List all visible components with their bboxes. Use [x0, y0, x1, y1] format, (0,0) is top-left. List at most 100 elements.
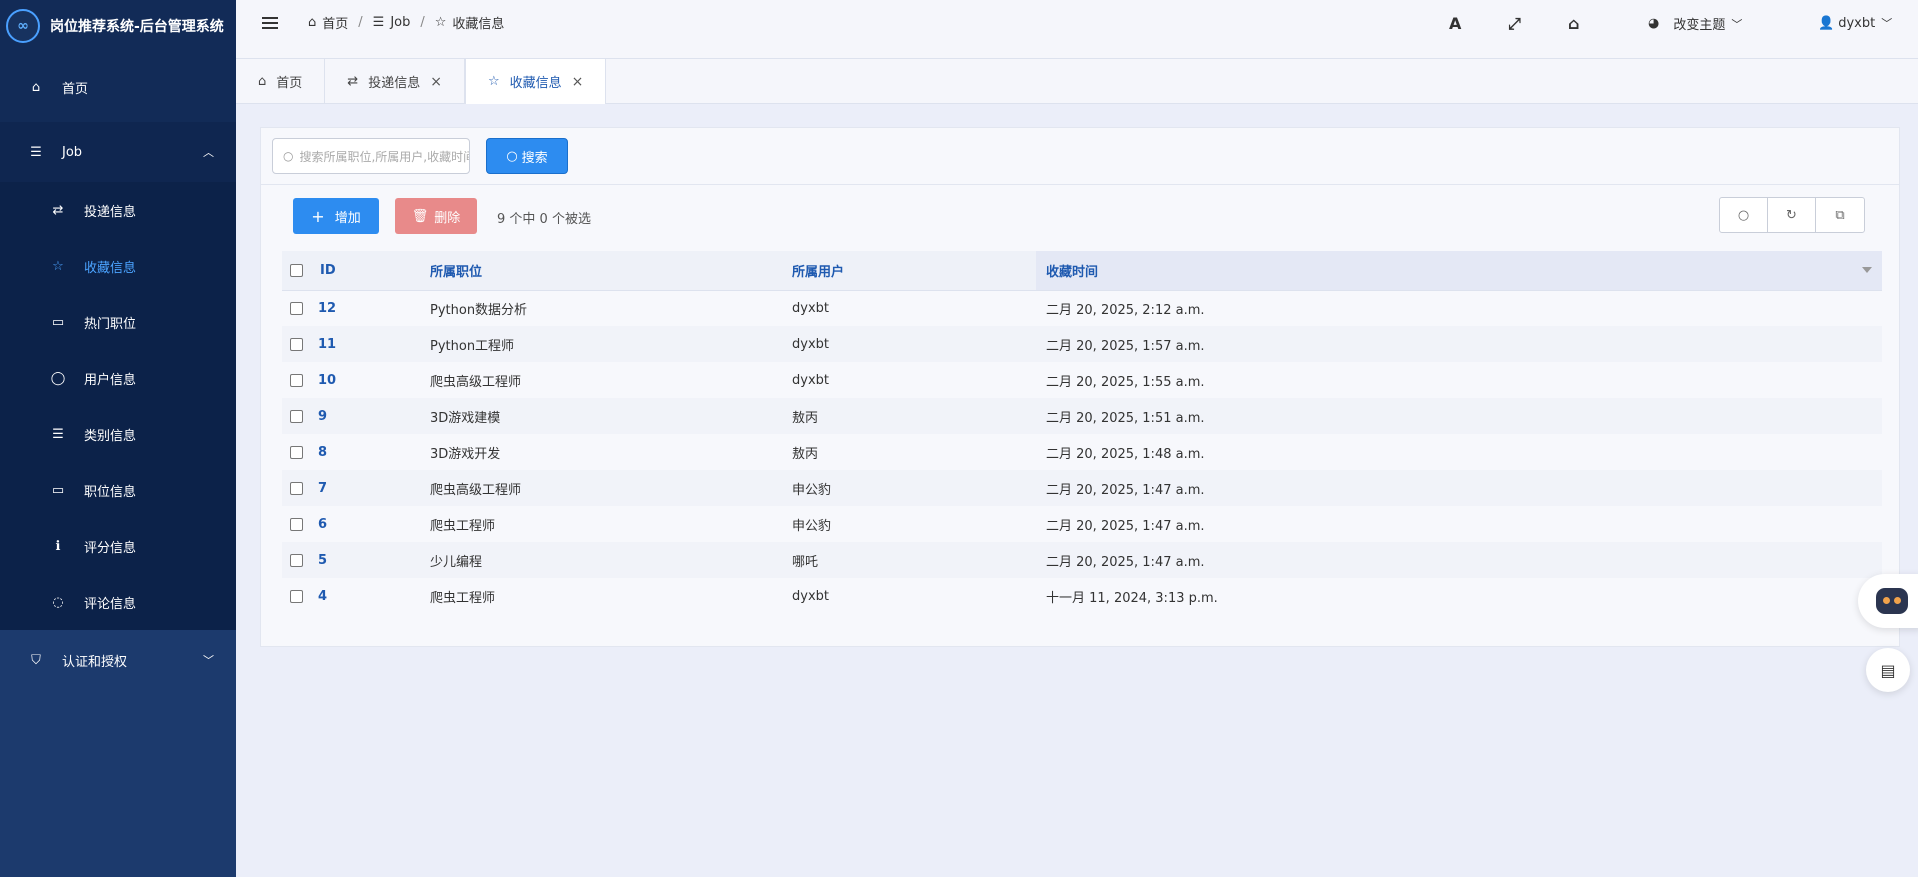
refresh-button[interactable]: ↻ [1768, 198, 1816, 232]
sidebar-item-comments[interactable]: ◌ 评论信息 [0, 574, 236, 630]
row-checkbox[interactable] [290, 409, 303, 423]
tab-submissions[interactable]: ⇄ 投递信息 × [325, 59, 465, 104]
row-checkbox[interactable] [290, 481, 303, 495]
assistant-bot-button[interactable] [1858, 574, 1918, 628]
sidebar-item-home[interactable]: ⌂ 首页 [0, 52, 236, 122]
delete-button[interactable]: 🗑 删除 [395, 198, 477, 234]
sidebar-item-submissions[interactable]: ⇄ 投递信息 [0, 182, 236, 238]
notes-button[interactable]: ▤ [1866, 648, 1910, 692]
username: dyxbt [1838, 15, 1876, 31]
row-select-cell [282, 434, 318, 470]
search-input[interactable]: ○ 搜索所属职位,所属用户,收藏时间 [272, 138, 470, 174]
chevron-down-icon: ﹀ [203, 654, 214, 667]
sidebar-group-job[interactable]: ☰ Job ︿ [0, 122, 236, 182]
breadcrumb: ⌂ 首页 / ☰ Job / ☆ 收藏信息 [308, 13, 505, 32]
cell-id[interactable]: 5 [318, 542, 430, 578]
cell-id[interactable]: 8 [318, 434, 430, 470]
column-header-job[interactable]: 所属职位 [430, 251, 792, 291]
cell-id[interactable]: 7 [318, 470, 430, 506]
tab-label: 首页 [276, 76, 303, 91]
cell-id[interactable]: 4 [318, 578, 430, 614]
cell-id[interactable]: 6 [318, 506, 430, 542]
row-checkbox[interactable] [290, 589, 303, 603]
row-checkbox[interactable] [290, 301, 303, 315]
search-button[interactable]: ○ 搜索 [486, 138, 568, 174]
cell-id[interactable]: 10 [318, 362, 430, 398]
sidebar-item-ratings[interactable]: ℹ 评分信息 [0, 518, 236, 574]
cell-job: 爬虫高级工程师 [430, 470, 792, 506]
row-checkbox[interactable] [290, 445, 303, 459]
column-header-user[interactable]: 所属用户 [792, 251, 1036, 291]
retweet-icon: ⇄ [52, 202, 64, 218]
table-row[interactable]: 10 爬虫高级工程师 dyxbt 二月 20, 2025, 1:55 a.m. [282, 362, 1882, 398]
cell-job: 爬虫工程师 [430, 518, 496, 534]
export-button[interactable]: ⧉ [1816, 198, 1864, 232]
cell-id[interactable]: 12 [318, 290, 430, 326]
cell-job: 少儿编程 [430, 542, 792, 578]
cell-user: 申公豹 [792, 518, 832, 534]
font-size-icon[interactable]: A [1449, 14, 1461, 33]
sidebar-item-categories[interactable]: ☰ 类别信息 [0, 406, 236, 462]
menu-toggle-icon[interactable] [262, 14, 278, 32]
table-row[interactable]: 8 3D游戏开发 敖丙 二月 20, 2025, 1:48 a.m. [282, 434, 1882, 470]
column-header-time-label: 收藏时间 [1046, 264, 1099, 280]
table-tools: ○ ↻ ⧉ [1719, 197, 1865, 233]
table-row[interactable]: 5 少儿编程 哪吒 二月 20, 2025, 1:47 a.m. [282, 542, 1882, 578]
list-icon: ☰ [52, 426, 64, 442]
palette-icon: ◕ [1648, 16, 1660, 31]
cell-user: 敖丙 [792, 398, 1036, 434]
sidebar-group-auth[interactable]: ⛉ 认证和授权 ﹀ [0, 630, 236, 690]
table-row[interactable]: 7 爬虫高级工程师 申公豹 二月 20, 2025, 1:47 a.m. [282, 470, 1882, 506]
cell-user: dyxbt [792, 326, 1036, 362]
row-checkbox[interactable] [290, 553, 303, 567]
search-button-label: 搜索 [521, 150, 548, 166]
breadcrumb-job[interactable]: Job [390, 15, 410, 30]
sidebar-item-label: 类别信息 [84, 428, 137, 444]
sidebar-item-hot-jobs[interactable]: ▭ 热门职位 [0, 294, 236, 350]
row-checkbox[interactable] [290, 337, 303, 351]
breadcrumb-home[interactable]: 首页 [322, 13, 348, 32]
row-select-cell [282, 470, 318, 506]
breadcrumb-current: 收藏信息 [452, 17, 505, 32]
table-toolbar: + 增加 🗑 删除 9 个中 0 个被选 ○ ↻ ⧉ [261, 185, 1899, 245]
home-icon[interactable]: ⌂ [1568, 14, 1579, 33]
select-all-checkbox[interactable] [290, 263, 303, 277]
cell-id[interactable]: 11 [318, 326, 430, 362]
home-icon: ⌂ [31, 79, 41, 95]
table-row[interactable]: 6 爬虫工程师 申公豹 二月 20, 2025, 1:47 a.m. [282, 506, 1882, 542]
column-header-id[interactable]: ID [318, 251, 430, 291]
cell-time: 二月 20, 2025, 1:47 a.m. [1036, 470, 1882, 506]
tab-label: 收藏信息 [509, 76, 562, 91]
sidebar-item-favorites[interactable]: ☆ 收藏信息 [0, 238, 236, 294]
job-submenu: ⇄ 投递信息 ☆ 收藏信息 ▭ 热门职位 ◯ 用户信息 ☰ 类别信息 ▭ 职位信… [0, 182, 236, 630]
column-header-time[interactable]: 收藏时间 [1036, 251, 1882, 291]
fullscreen-icon[interactable]: ⤢ [1508, 14, 1521, 34]
star-icon: ☆ [434, 15, 447, 30]
close-icon[interactable]: × [430, 74, 442, 90]
table-row[interactable]: 12 Python数据分析 dyxbt 二月 20, 2025, 2:12 a.m. [282, 290, 1882, 326]
trash-icon: 🗑 [411, 208, 429, 224]
user-menu[interactable]: 👤 dyxbt ﹀ [1818, 15, 1892, 31]
cell-id[interactable]: 9 [318, 398, 430, 434]
sidebar-item-jobs[interactable]: ▭ 职位信息 [0, 462, 236, 518]
export-icon: ⧉ [1835, 207, 1845, 223]
theme-switcher[interactable]: ◕ 改变主题 ﹀ [1648, 14, 1742, 33]
table-header-row: ID 所属职位 所属用户 收藏时间 [282, 251, 1882, 291]
table-row[interactable]: 11 Python工程师 dyxbt 二月 20, 2025, 1:57 a.m. [282, 326, 1882, 362]
toggle-search-button[interactable]: ○ [1720, 198, 1768, 232]
tab-home[interactable]: ⌂ 首页 [236, 59, 326, 104]
delete-button-label: 删除 [434, 210, 461, 226]
tab-favorites[interactable]: ☆ 收藏信息 × [464, 59, 607, 104]
sidebar-item-users[interactable]: ◯ 用户信息 [0, 350, 236, 406]
sidebar-item-label: 首页 [62, 81, 89, 97]
list-icon: ☰ [372, 15, 385, 30]
row-checkbox[interactable] [290, 373, 303, 387]
table-row[interactable]: 9 3D游戏建模 敖丙 二月 20, 2025, 1:51 a.m. [282, 398, 1882, 434]
table-row[interactable]: 4 爬虫工程师 dyxbt 十一月 11, 2024, 3:13 p.m. [282, 578, 1882, 614]
cell-time: 二月 20, 2025, 1:55 a.m. [1046, 374, 1205, 390]
row-checkbox[interactable] [290, 517, 303, 531]
add-button[interactable]: + 增加 [293, 198, 379, 234]
close-icon[interactable]: × [572, 74, 584, 90]
row-select-cell [282, 290, 318, 326]
add-button-label: 增加 [334, 210, 361, 226]
